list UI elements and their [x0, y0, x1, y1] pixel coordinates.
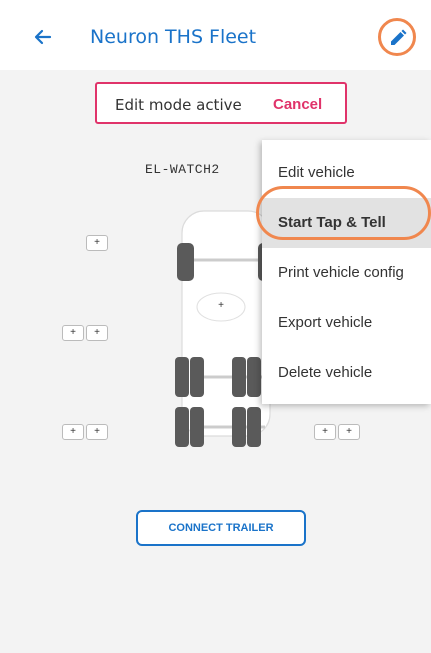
add-tyre-button[interactable]: + [62, 325, 84, 341]
add-tyre-button[interactable]: + [86, 235, 108, 251]
edit-mode-text: Edit mode active [115, 96, 242, 114]
edit-button[interactable] [378, 18, 416, 56]
menu-item-label: Edit vehicle [278, 164, 355, 181]
edit-mode-banner: Edit mode active Cancel [95, 82, 347, 124]
app-header: Neuron THS Fleet [0, 0, 431, 70]
vehicle-options-menu: Edit vehicle Start Tap & Tell Print vehi… [262, 140, 431, 404]
add-tyre-button[interactable]: + [62, 424, 84, 440]
tyre [232, 407, 246, 447]
menu-item-print-vehicle-config[interactable]: Print vehicle config [262, 248, 431, 298]
vehicle-id-label: EL-WATCH2 [145, 162, 220, 177]
tyre [190, 357, 204, 397]
tyre [175, 357, 189, 397]
arrow-left-icon [34, 29, 52, 45]
menu-item-label: Start Tap & Tell [278, 214, 386, 231]
back-button[interactable] [28, 22, 58, 52]
menu-item-export-vehicle[interactable]: Export vehicle [262, 298, 431, 348]
connect-trailer-button[interactable]: CONNECT TRAILER [136, 510, 306, 546]
tyre [232, 357, 246, 397]
tyre [175, 407, 189, 447]
add-spare-tyre-button[interactable]: + [210, 299, 232, 315]
cancel-edit-button[interactable]: Cancel [273, 96, 322, 113]
menu-item-label: Export vehicle [278, 314, 373, 331]
tyre [177, 243, 194, 281]
add-tyre-button[interactable]: + [314, 424, 336, 440]
menu-item-start-tap-tell[interactable]: Start Tap & Tell [262, 198, 431, 248]
pencil-icon [391, 29, 407, 45]
tyre [190, 407, 204, 447]
menu-item-label: Print vehicle config [278, 264, 404, 281]
add-tyre-button[interactable]: + [338, 424, 360, 440]
menu-item-edit-vehicle[interactable]: Edit vehicle [262, 148, 431, 198]
tyre [247, 357, 261, 397]
tyre [247, 407, 261, 447]
menu-item-label: Delete vehicle [278, 364, 373, 381]
add-tyre-button[interactable]: + [86, 325, 108, 341]
page-title: Neuron THS Fleet [90, 26, 257, 48]
menu-item-delete-vehicle[interactable]: Delete vehicle [262, 348, 431, 398]
add-tyre-button[interactable]: + [86, 424, 108, 440]
